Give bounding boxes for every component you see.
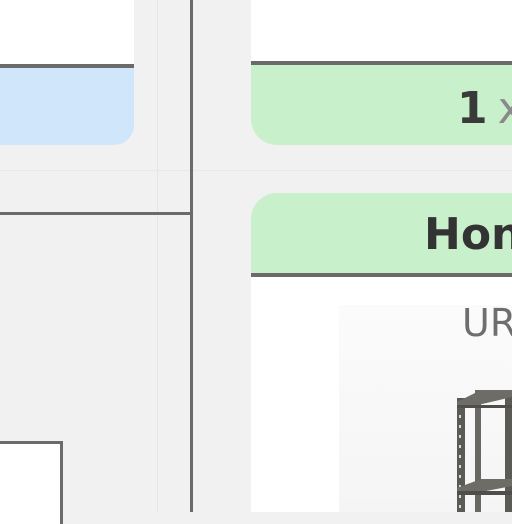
product-label: UR [462, 301, 512, 345]
left-card [0, 0, 134, 68]
product-header-text: Hon [424, 209, 512, 260]
quantity-value: 1 [457, 83, 488, 134]
quantity-bar[interactable]: 1x [251, 61, 512, 145]
column-divider [190, 0, 193, 512]
divider [0, 212, 193, 215]
quantity-multiplier: x [497, 83, 512, 134]
divider [0, 170, 512, 171]
right-card [251, 0, 512, 61]
product-header[interactable]: Hon [251, 193, 512, 277]
divider [157, 0, 158, 512]
product-card[interactable]: UR [251, 277, 512, 512]
quantity-text: 1x [457, 83, 512, 134]
left-quantity-bar[interactable] [0, 68, 134, 145]
